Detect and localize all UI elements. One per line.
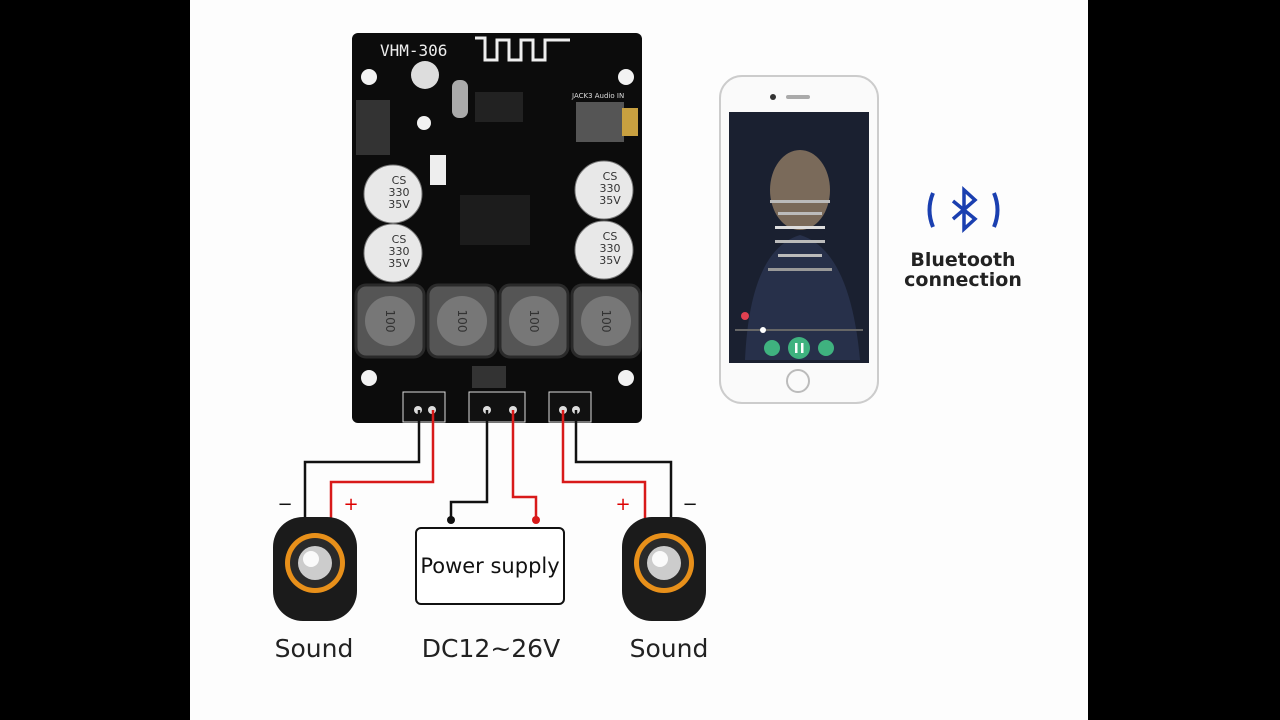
bluetooth-label-line2: connection: [904, 269, 1022, 291]
bluetooth-label-line1: Bluetooth: [910, 249, 1016, 271]
bluetooth-connection-label: Bluetooth connection: [904, 250, 1022, 290]
capacitor-label: 35V: [599, 194, 621, 207]
inductor-label: 100: [599, 310, 613, 333]
power-supply-box: Power supply: [415, 527, 565, 605]
left-speaker-minus-sign: −: [277, 494, 293, 515]
board-model-label: VHM-306: [380, 41, 447, 60]
right-speaker-minus-sign: −: [682, 494, 698, 515]
smartphone: [719, 75, 879, 404]
right-speaker-plus-sign: +: [615, 494, 631, 515]
inductor-label: 100: [383, 310, 397, 333]
left-speaker-plus-sign: +: [343, 494, 359, 515]
power-positive-wire: [511, 410, 538, 520]
right-speaker-label: Sound: [629, 634, 709, 663]
right-speaker: [622, 517, 706, 621]
inductor-label: 100: [455, 310, 469, 333]
capacitor-label: 35V: [599, 254, 621, 267]
wiring-diagram: VHM-306 JACK3 Audio IN CS33035VCS33035VC…: [273, 33, 1000, 621]
power-supply-label: Power supply: [420, 554, 560, 578]
left-speaker-label: Sound: [274, 634, 354, 663]
voltage-label: DC12~26V: [421, 634, 561, 663]
amplifier-board: VHM-306 JACK3 Audio IN CS33035VCS33035VC…: [352, 33, 642, 423]
left-speaker-negative-wire: [303, 410, 421, 520]
inductor-label: 100: [527, 310, 541, 333]
capacitor-label: 35V: [388, 198, 410, 211]
left-speaker: [273, 517, 357, 621]
bluetooth-icon: [927, 186, 1000, 233]
jack-label: JACK3 Audio IN: [571, 92, 624, 100]
power-negative-wire: [449, 410, 489, 520]
capacitor-label: 35V: [388, 257, 410, 270]
